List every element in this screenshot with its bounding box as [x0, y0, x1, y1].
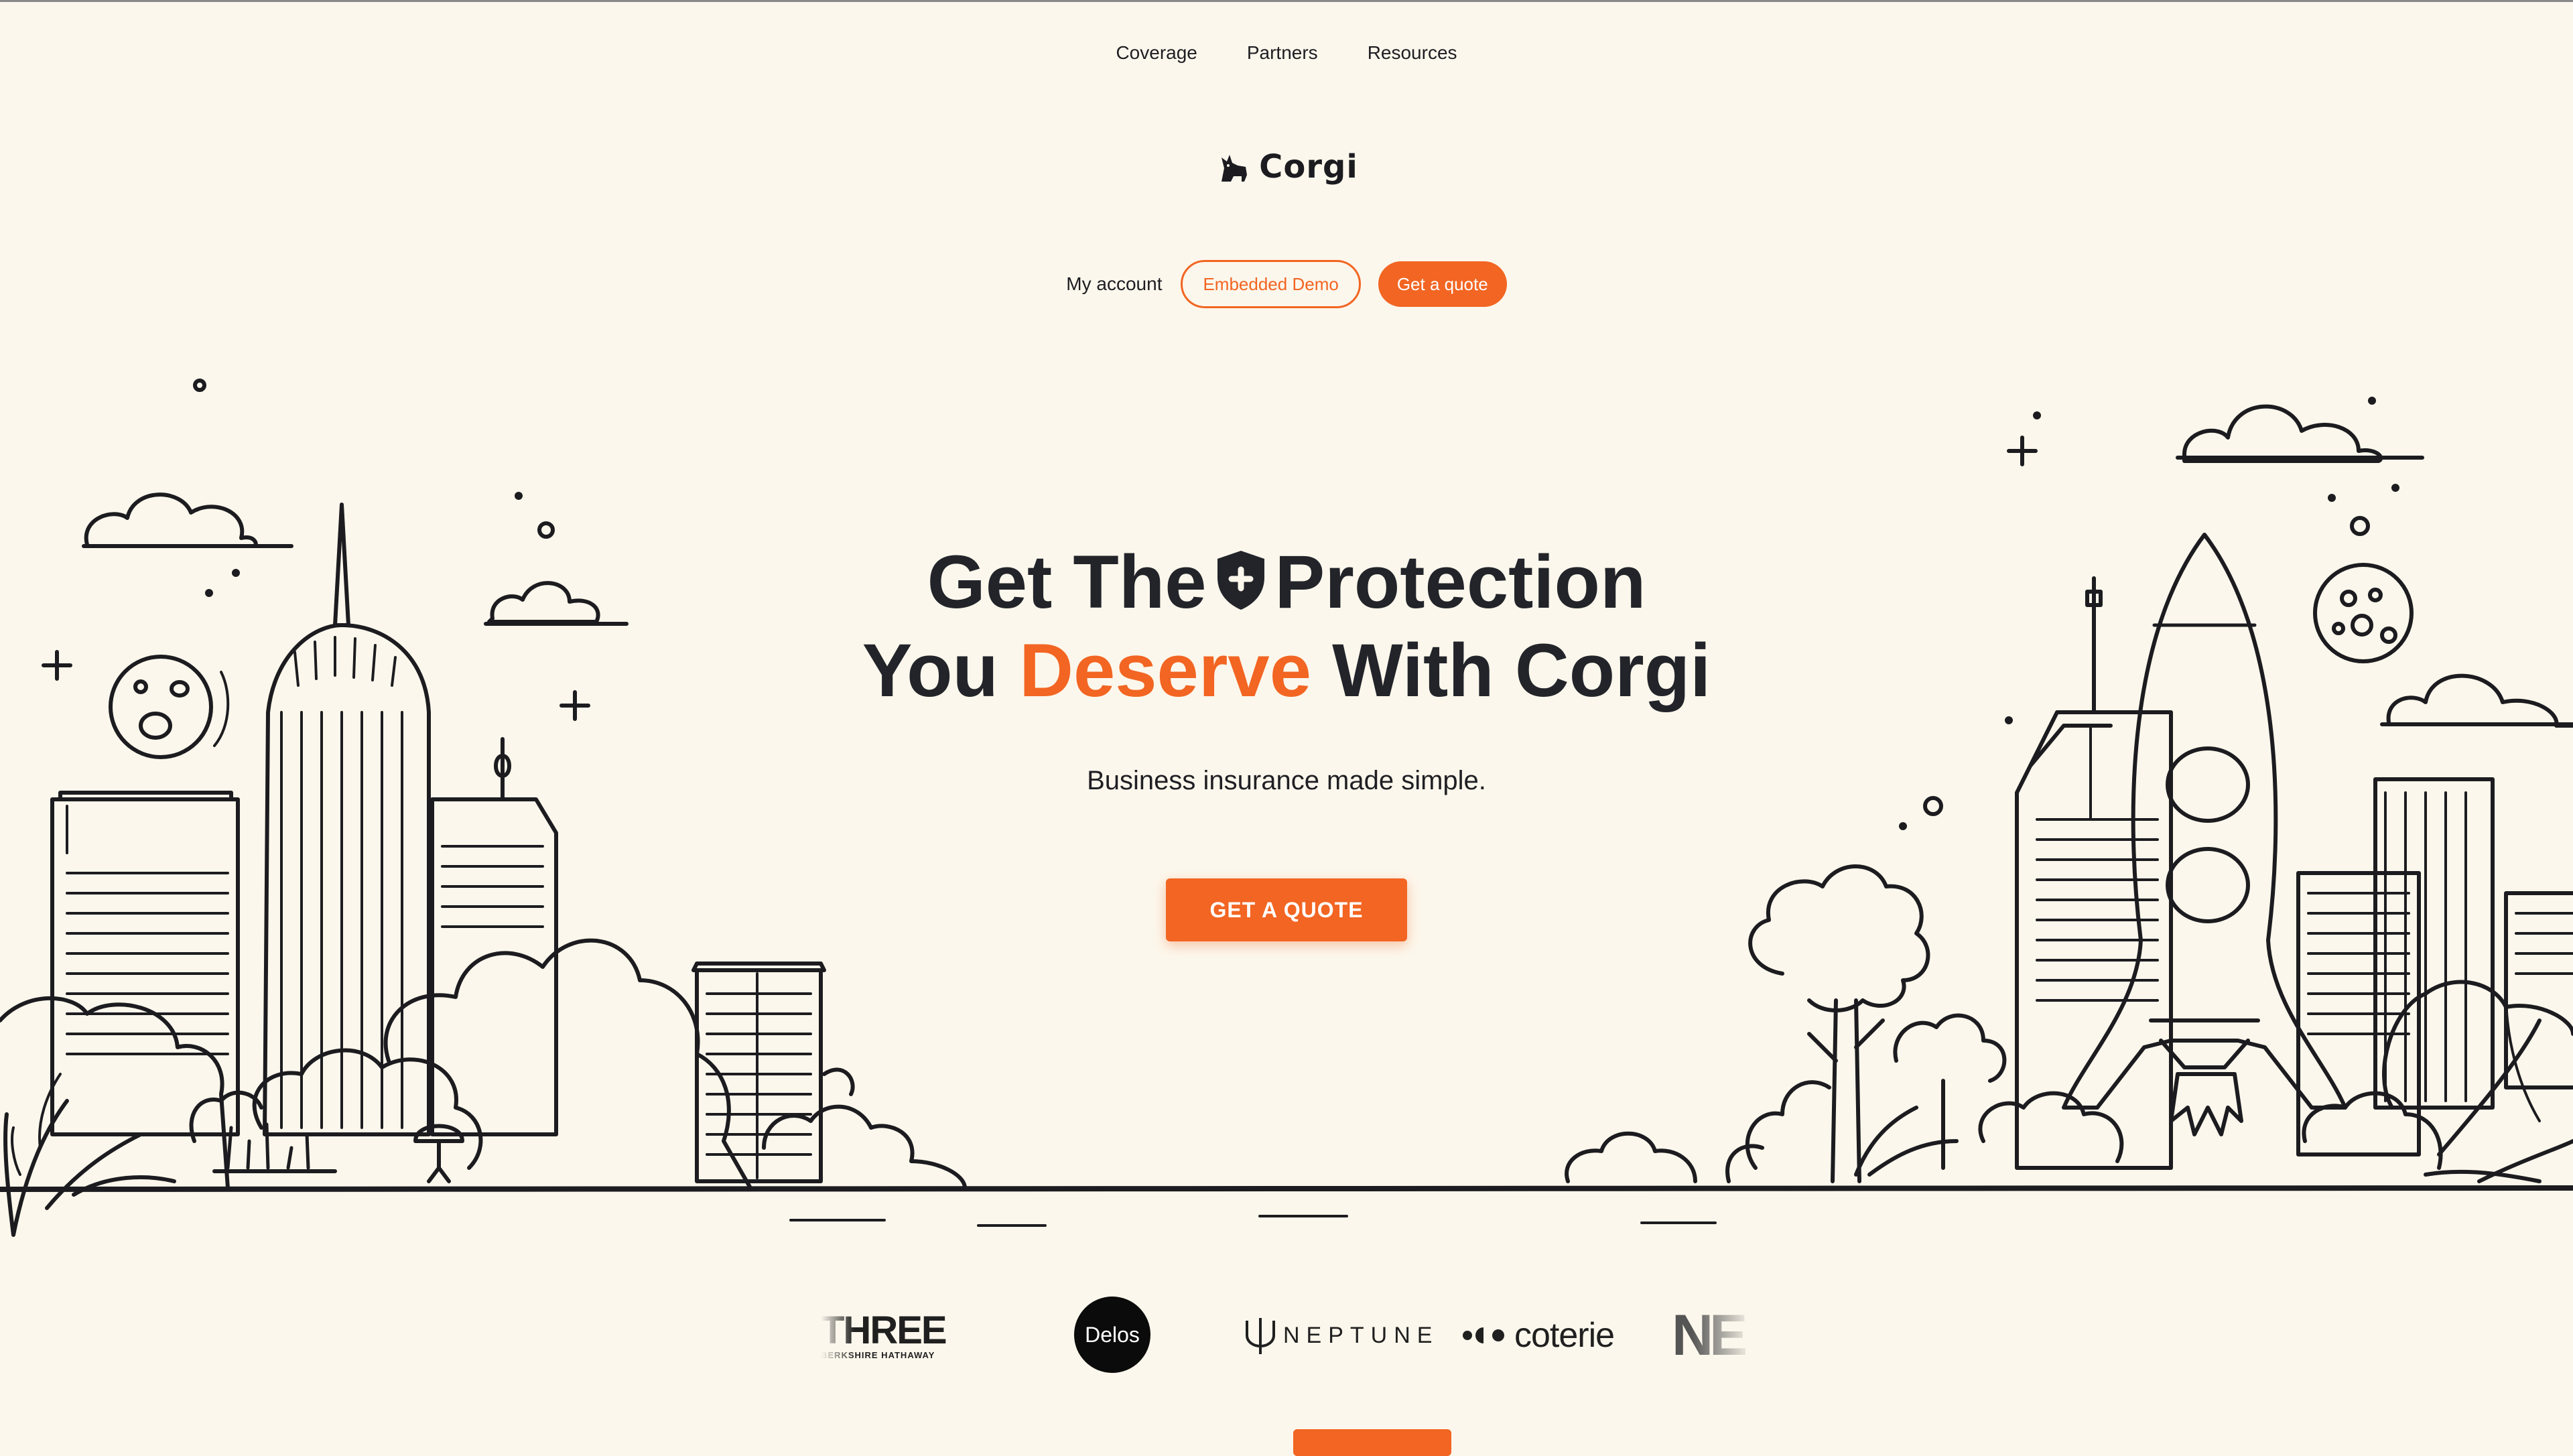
get-a-quote-button[interactable]: Get a quote [1378, 261, 1507, 307]
partner-logo-neptune: NEPTUNE [1243, 1288, 1439, 1382]
partner-logos: THREE BERKSHIRE HATHAWAY Delos NEPTUNE c… [821, 1288, 1752, 1382]
hero-title-part: Protection [1274, 540, 1646, 624]
top-nav: Coverage Partners Resources [0, 42, 2573, 64]
coterie-dots-icon [1463, 1327, 1504, 1343]
neptune-wordmark: NEPTUNE [1283, 1322, 1439, 1348]
hero-subtitle: Business insurance made simple. [1087, 766, 1486, 795]
hero-title-highlight: Deserve [1019, 628, 1312, 712]
brand-name: Corgi [1259, 148, 1358, 186]
hero-title-line-1: Get The Protection [0, 538, 2573, 626]
my-account-link[interactable]: My account [1066, 273, 1162, 295]
logo-fade-right [1692, 1288, 1752, 1382]
shield-plus-icon [1217, 551, 1264, 610]
nav-resources[interactable]: Resources [1368, 42, 1457, 64]
hero-title-line-2: You Deserve With Corgi [0, 626, 2573, 715]
hero-title-part: You [862, 628, 998, 712]
hero-title-part: Get The [927, 540, 1207, 624]
coterie-wordmark: coterie [1514, 1316, 1615, 1355]
corgi-logo-icon [1222, 155, 1248, 182]
header-actions: My account Embedded Demo Get a quote [0, 260, 2573, 308]
nav-coverage[interactable]: Coverage [1116, 42, 1197, 64]
logo-fade-left [821, 1288, 854, 1382]
partner-logo-delos: Delos [1074, 1297, 1150, 1373]
partner-logo-coterie: coterie [1461, 1288, 1615, 1382]
nav-partners[interactable]: Partners [1247, 42, 1318, 64]
hero-title: Get The Protection You Deserve With Corgi [0, 538, 2573, 715]
hero-title-part: With Corgi [1332, 628, 1711, 712]
brand-logo[interactable]: Corgi [0, 148, 2573, 186]
next-section-highlight [1293, 1429, 1451, 1456]
get-a-quote-cta-button[interactable]: GET A QUOTE [1166, 878, 1407, 941]
neptune-trident-icon [1246, 1318, 1275, 1354]
embedded-demo-button[interactable]: Embedded Demo [1181, 260, 1361, 308]
